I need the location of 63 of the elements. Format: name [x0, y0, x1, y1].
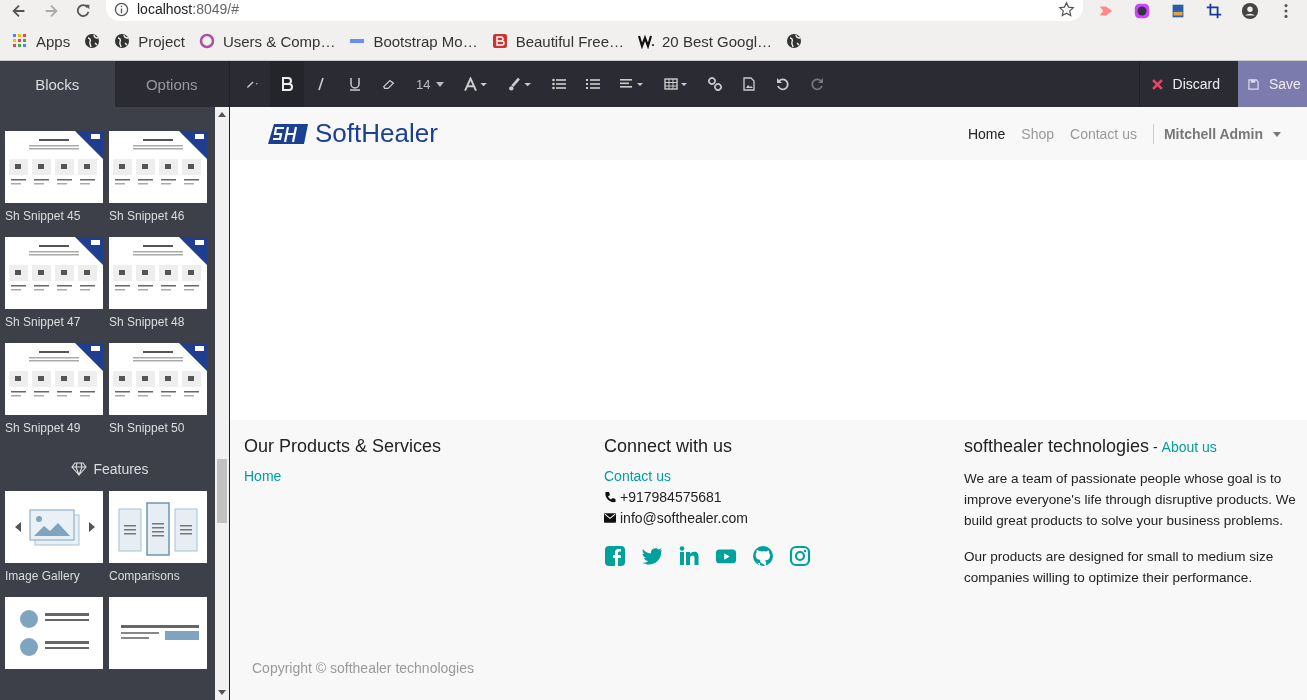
snippet-item[interactable]: Sh Snippet 45	[5, 131, 103, 223]
w-icon	[638, 33, 655, 49]
reload-icon[interactable]	[74, 2, 92, 20]
facebook-icon[interactable]	[604, 545, 626, 567]
snippet-item[interactable]: Sh Snippet 47	[5, 237, 103, 329]
separator: -	[1152, 439, 1159, 455]
paragraph: We are a team of passionate people whose goal is to improve everyone's life through disruptive products. We build great products to solve your business problems.	[964, 470, 1297, 530]
caret-icon	[436, 81, 445, 87]
apps-icon	[12, 33, 28, 49]
bookmark[interactable]: 20 Best Googl…	[638, 32, 773, 50]
copyright-text: Copyright © softhealer technologies	[252, 660, 475, 676]
bookmark[interactable]: Bootstrap Mo…	[349, 32, 478, 50]
phone-number: +917984575681	[620, 489, 722, 505]
bookmark[interactable]: Apps	[12, 32, 71, 50]
scroll-down-icon[interactable]	[218, 690, 226, 695]
globe-icon	[786, 33, 803, 49]
bookmark[interactable]: Users & Comp…	[198, 32, 336, 50]
footer-heading: Our Products & Services	[244, 436, 443, 457]
snippet-item[interactable]: Comparisons	[109, 491, 207, 583]
email-address: info@softhealer.com	[620, 510, 748, 526]
footer-heading: Connect with us	[604, 436, 734, 457]
b-icon	[491, 33, 508, 49]
bold-icon	[280, 77, 294, 91]
bookmark[interactable]: Beautiful Free…	[491, 32, 625, 50]
ring-icon	[198, 33, 215, 49]
info-icon	[114, 1, 129, 17]
diamond-icon	[71, 462, 88, 476]
snippet-item[interactable]: Sh Snippet 48	[109, 237, 207, 329]
globe-icon	[84, 33, 101, 49]
scrollbar[interactable]	[215, 107, 229, 700]
twitter-icon[interactable]	[641, 545, 663, 567]
profile-icon[interactable]	[1241, 2, 1259, 20]
github-icon[interactable]	[752, 545, 774, 567]
bookmark[interactable]: Project	[114, 32, 185, 50]
section-title: Features	[5, 435, 215, 491]
crop-icon[interactable]	[1205, 2, 1223, 20]
snippet-item[interactable]: Sh Snippet 46	[109, 131, 207, 223]
phone-icon	[604, 491, 616, 503]
user-menu[interactable]: Mitchell Admin	[1163, 125, 1281, 142]
bookmark-icon[interactable]	[786, 33, 803, 49]
scroll-thumb[interactable]	[217, 459, 227, 523]
bold-button[interactable]	[270, 61, 304, 107]
envelope-icon	[604, 512, 616, 524]
star-icon[interactable]	[1058, 0, 1075, 18]
footer-heading: softhealer technologies	[964, 436, 1150, 457]
nav-link[interactable]: Home	[967, 125, 1006, 142]
extension-icon[interactable]	[1133, 2, 1151, 20]
bookmark-icon[interactable]	[84, 33, 101, 49]
instagram-icon[interactable]	[789, 545, 811, 567]
close-icon	[1151, 78, 1163, 90]
paragraph: Our products are designed for small to medium size companies willing to optimize their performance.	[964, 548, 1275, 587]
font-size-dropdown[interactable]: 14	[406, 61, 455, 107]
caret-icon	[1273, 132, 1281, 138]
address-bar[interactable]: localhost:8049/#	[106, 0, 1083, 21]
snippet-item[interactable]: Sh Snippet 50	[109, 343, 207, 435]
linkedin-icon[interactable]	[678, 545, 700, 567]
logo[interactable]: SoftHealer	[267, 118, 438, 149]
snippet-item[interactable]: Image Gallery	[5, 491, 103, 583]
sidebar-tab[interactable]: Blocks	[0, 61, 115, 107]
scroll-up-icon[interactable]	[218, 112, 226, 117]
logo-mark-icon	[267, 122, 309, 145]
globe-icon	[114, 33, 131, 49]
snippet-item[interactable]: Sh Snippet 49	[5, 343, 103, 435]
